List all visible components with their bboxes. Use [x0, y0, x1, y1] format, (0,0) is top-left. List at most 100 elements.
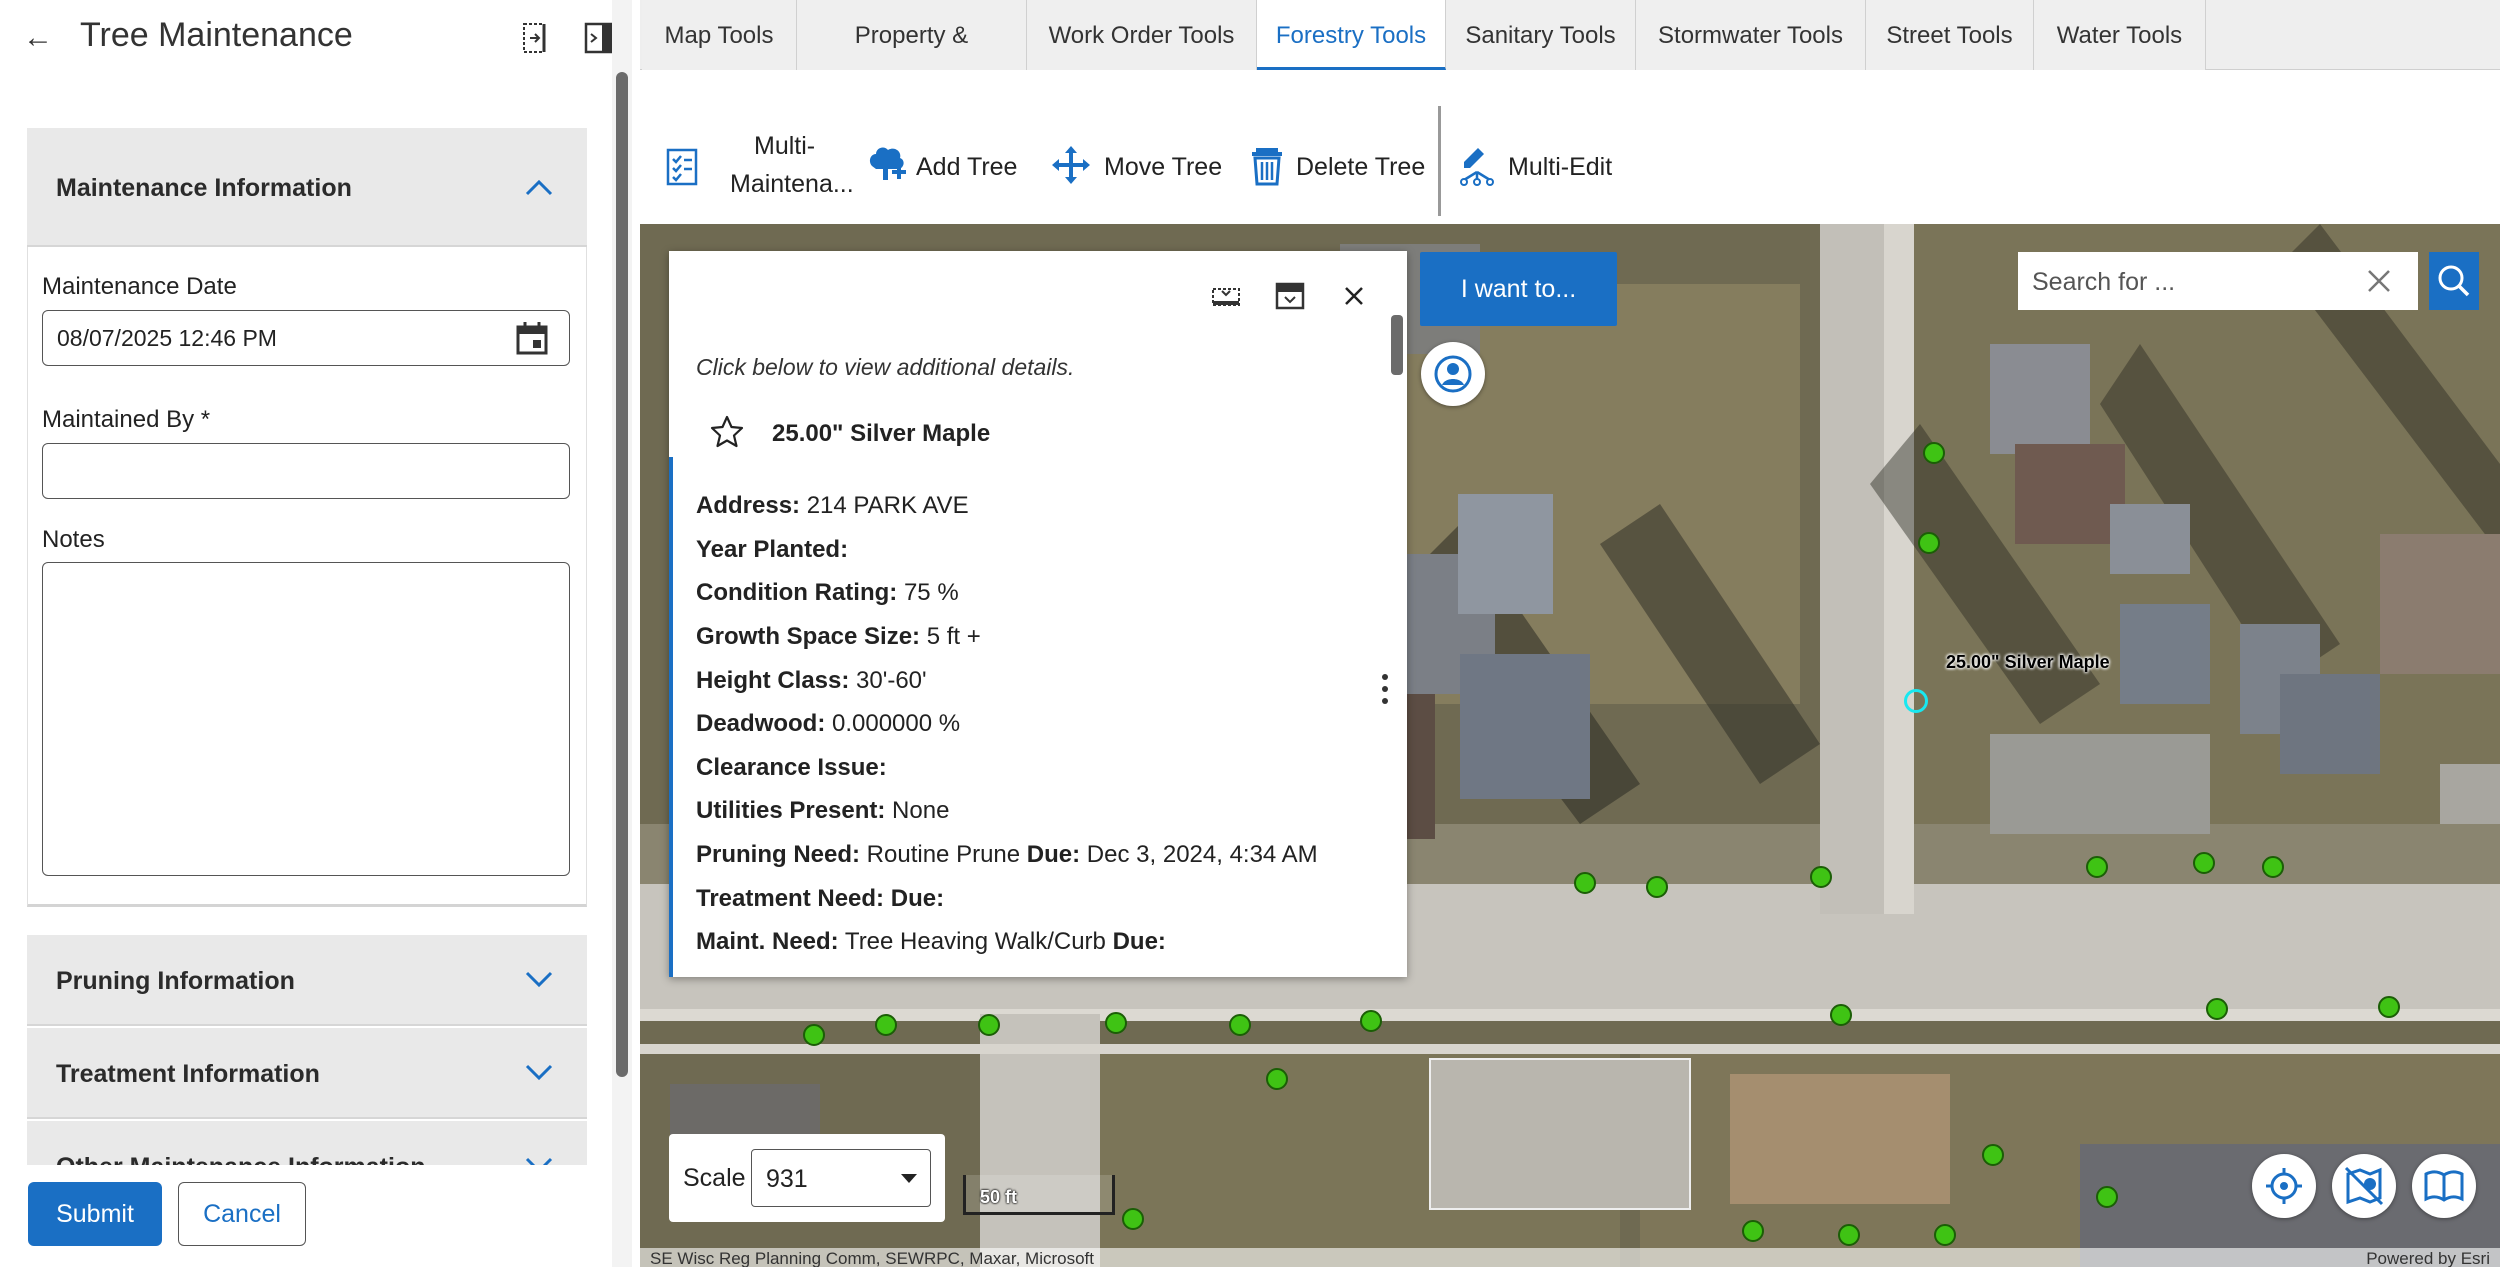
- add-tree-label: Add Tree: [916, 153, 1018, 181]
- tree-marker[interactable]: [1934, 1224, 1956, 1246]
- tree-marker[interactable]: [1122, 1208, 1144, 1230]
- tree-marker[interactable]: [2378, 996, 2400, 1018]
- tree-marker[interactable]: [2086, 856, 2108, 878]
- i-want-to-button[interactable]: I want to...: [1420, 252, 1617, 326]
- tree-marker[interactable]: [803, 1024, 825, 1046]
- tab-stormwater-tools[interactable]: Stormwater Tools: [1636, 0, 1866, 70]
- tree-marker[interactable]: [1810, 866, 1832, 888]
- map-layers-button[interactable]: [2332, 1154, 2396, 1218]
- star-icon[interactable]: [709, 414, 745, 450]
- section-pruning-header[interactable]: Pruning Information: [27, 935, 587, 1026]
- attr-treatment-need: Treatment Need: Due:: [696, 885, 945, 912]
- cancel-button[interactable]: Cancel: [178, 1182, 306, 1246]
- tab-property-document-tools[interactable]: Property & Document Tools: [797, 0, 1027, 121]
- dock-popup-icon[interactable]: [1273, 279, 1307, 313]
- tree-marker[interactable]: [1923, 442, 1945, 464]
- maintenance-date-field[interactable]: 08/07/2025 12:46 PM: [42, 310, 570, 366]
- feature-popup: Click below to view additional details. …: [669, 251, 1407, 977]
- tree-marker[interactable]: [2206, 998, 2228, 1020]
- back-arrow-icon[interactable]: ←: [18, 18, 58, 58]
- section-title: Maintenance Information: [56, 174, 352, 202]
- move-arrows-icon: [1052, 146, 1090, 184]
- maintenance-date-label: Maintenance Date: [42, 273, 237, 300]
- chevron-down-icon[interactable]: [521, 1054, 557, 1090]
- tree-marker[interactable]: [875, 1014, 897, 1036]
- scale-select[interactable]: 931: [751, 1149, 931, 1207]
- multi-edit-label: Multi-Edit: [1508, 153, 1613, 181]
- tree-marker[interactable]: [1360, 1010, 1382, 1032]
- toolbar-divider: [1438, 106, 1441, 216]
- tab-forestry-tools[interactable]: Forestry Tools: [1257, 0, 1446, 70]
- tree-marker[interactable]: [1918, 532, 1940, 554]
- tree-marker[interactable]: [1105, 1012, 1127, 1034]
- multi-maintenance-button[interactable]: Multi- Maintena...: [660, 70, 860, 224]
- main-area: Map Tools Property & Document Tools Work…: [640, 0, 2500, 1267]
- minimize-popup-icon[interactable]: [1209, 279, 1243, 313]
- tree-marker[interactable]: [1229, 1014, 1251, 1036]
- dock-panel-icon[interactable]: [516, 18, 556, 58]
- tab-work-order-tools[interactable]: Work Order Tools: [1027, 0, 1257, 70]
- tree-marker[interactable]: [1646, 876, 1668, 898]
- more-options-icon[interactable]: [1377, 669, 1393, 709]
- attr-height-class: Height Class: 30'-60': [696, 667, 927, 694]
- attr-utilities-present: Utilities Present: None: [696, 797, 950, 824]
- submit-button[interactable]: Submit: [28, 1182, 162, 1246]
- attr-condition-rating: Condition Rating: 75 %: [696, 579, 959, 606]
- popup-title[interactable]: 25.00" Silver Maple: [772, 420, 990, 448]
- map-pin-off-icon: [2344, 1166, 2384, 1206]
- search-icon: [2438, 265, 2470, 297]
- multi-maintenance-label-2: Maintena...: [730, 170, 854, 198]
- panel-scrollbar-thumb[interactable]: [616, 72, 628, 1077]
- tree-marker[interactable]: [1742, 1220, 1764, 1242]
- section-maintenance-header[interactable]: Maintenance Information: [27, 128, 587, 247]
- notes-label: Notes: [42, 526, 105, 553]
- popup-scrollbar-thumb[interactable]: [1391, 315, 1403, 375]
- tree-marker[interactable]: [1574, 872, 1596, 894]
- tree-marker[interactable]: [1838, 1224, 1860, 1246]
- bookmarks-button[interactable]: [2412, 1154, 2476, 1218]
- tree-marker[interactable]: [1266, 1068, 1288, 1090]
- tab-water-tools[interactable]: Water Tools: [2034, 0, 2206, 70]
- delete-tree-button[interactable]: Delete Tree: [1246, 70, 1436, 224]
- maintained-by-field[interactable]: [42, 443, 570, 499]
- tree-marker[interactable]: [1982, 1144, 2004, 1166]
- crosshair-icon: [2266, 1168, 2302, 1204]
- user-profile-button[interactable]: [1421, 342, 1485, 406]
- clear-search-icon[interactable]: [2364, 266, 2394, 296]
- powered-by-text[interactable]: Powered by Esri: [2366, 1249, 2490, 1267]
- chevron-up-icon[interactable]: [521, 170, 557, 206]
- close-popup-icon[interactable]: [1337, 279, 1371, 313]
- tree-marker[interactable]: [2096, 1186, 2118, 1208]
- tree-marker[interactable]: [2193, 852, 2215, 874]
- multi-edit-button[interactable]: Multi-Edit: [1456, 70, 1636, 224]
- tab-map-tools[interactable]: Map Tools: [642, 0, 797, 70]
- left-panel: ← Tree Maintenance Maintenance Informati…: [0, 0, 616, 1267]
- attr-address: Address: 214 PARK AVE: [696, 492, 969, 519]
- search-input[interactable]: Search for ...: [2018, 252, 2418, 310]
- tab-sanitary-tools[interactable]: Sanitary Tools: [1446, 0, 1636, 70]
- move-tree-button[interactable]: Move Tree: [1046, 70, 1246, 224]
- user-icon: [1434, 355, 1472, 393]
- panel-title: Tree Maintenance: [80, 16, 353, 54]
- dropdown-caret-icon: [901, 1174, 917, 1183]
- selected-tree-marker[interactable]: [1904, 689, 1928, 713]
- map-view[interactable]: 25.00" Silver Maple Click below to view …: [640, 224, 2500, 1267]
- trash-icon: [1252, 148, 1282, 186]
- section-treatment-header[interactable]: Treatment Information: [27, 1028, 587, 1119]
- calendar-icon[interactable]: [513, 319, 551, 357]
- tree-marker[interactable]: [2262, 856, 2284, 878]
- tab-street-tools[interactable]: Street Tools: [1866, 0, 2034, 70]
- map-attribution: SE Wisc Reg Planning Comm, SEWRPC, Maxar…: [640, 1248, 2500, 1267]
- panel-header: ← Tree Maintenance: [0, 0, 640, 76]
- add-tree-button[interactable]: Add Tree: [862, 70, 1052, 224]
- scale-label: Scale: [683, 1164, 746, 1192]
- chevron-down-icon[interactable]: [521, 961, 557, 997]
- maintenance-date-value: 08/07/2025 12:46 PM: [57, 325, 277, 351]
- tree-marker[interactable]: [1830, 1004, 1852, 1026]
- tree-marker[interactable]: [978, 1014, 1000, 1036]
- scale-bar: 50 ft: [963, 1175, 1115, 1215]
- search-button[interactable]: [2429, 252, 2479, 310]
- attribution-text: SE Wisc Reg Planning Comm, SEWRPC, Maxar…: [650, 1249, 1095, 1267]
- my-location-button[interactable]: [2252, 1154, 2316, 1218]
- notes-textarea[interactable]: [42, 562, 570, 876]
